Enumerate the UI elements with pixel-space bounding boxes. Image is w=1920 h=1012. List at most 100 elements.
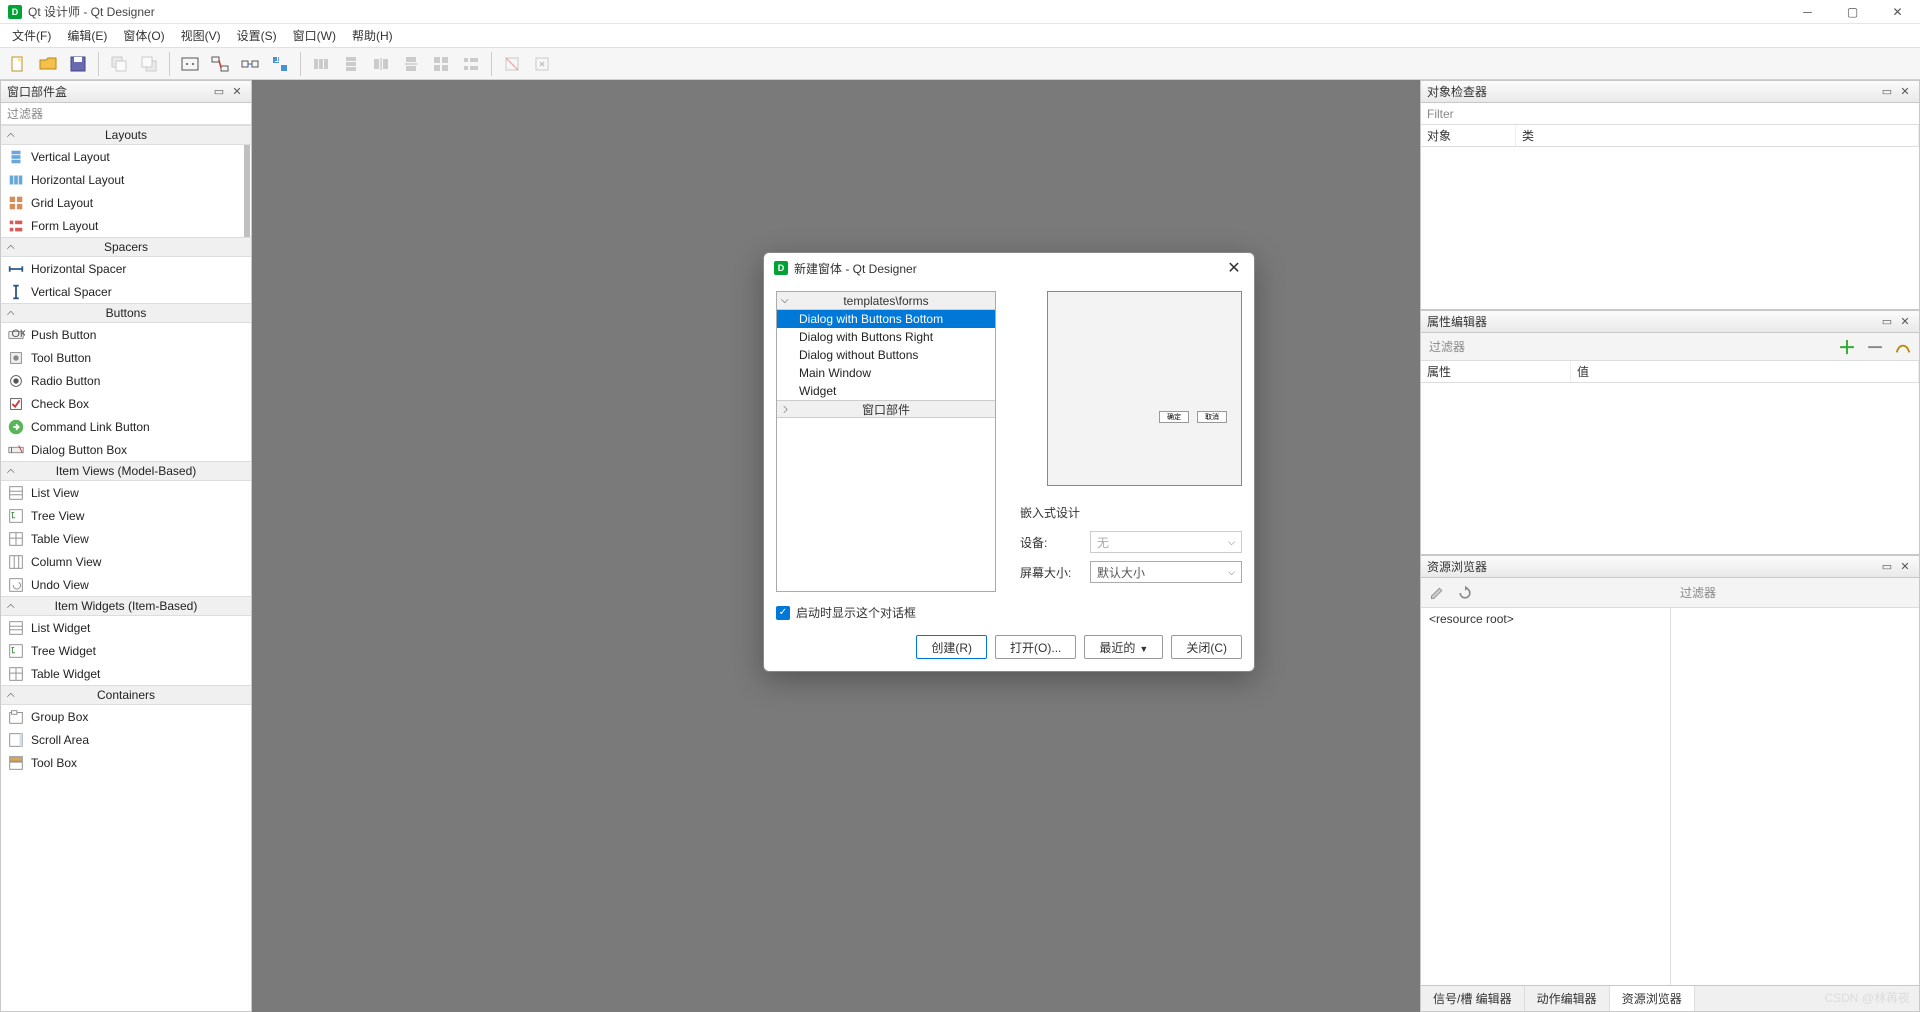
menu-view[interactable]: 视图(V) [173, 25, 229, 46]
widget-group-header[interactable]: Item Views (Model-Based) [1, 461, 251, 481]
widget-item[interactable]: Undo View [1, 573, 251, 596]
menu-file[interactable]: 文件(F) [4, 25, 59, 46]
widget-group-header[interactable]: Layouts [1, 125, 251, 145]
widget-item[interactable]: Scroll Area [1, 728, 251, 751]
template-item[interactable]: Main Window [777, 364, 995, 382]
menu-form[interactable]: 窗体(O) [115, 25, 172, 46]
tab-action-editor[interactable]: 动作编辑器 [1525, 986, 1610, 1011]
send-back-icon[interactable] [105, 50, 133, 78]
reload-icon[interactable] [1453, 581, 1477, 605]
widget-item[interactable]: Grid Layout [1, 191, 251, 214]
show-on-startup-checkbox[interactable]: ✓ [776, 606, 790, 620]
menu-settings[interactable]: 设置(S) [229, 25, 285, 46]
layout-form-icon[interactable] [457, 50, 485, 78]
widget-group-header[interactable]: Spacers [1, 237, 251, 257]
add-dynamic-prop-icon[interactable]: ＋ [1835, 335, 1859, 359]
close-dialog-button[interactable]: 关闭(C) [1171, 635, 1242, 659]
widget-item[interactable]: List View [1, 481, 251, 504]
widget-item[interactable]: Table View [1, 527, 251, 550]
dock-close-icon[interactable]: ✕ [229, 84, 245, 100]
menu-window[interactable]: 窗口(W) [285, 25, 344, 46]
bring-front-icon[interactable] [135, 50, 163, 78]
widget-item[interactable]: Command Link Button [1, 415, 251, 438]
edit-signals-icon[interactable] [206, 50, 234, 78]
widget-item[interactable]: Dialog Button Box [1, 438, 251, 461]
dialog-close-icon[interactable]: ✕ [1224, 258, 1244, 278]
template-item[interactable]: Dialog with Buttons Bottom [777, 310, 995, 328]
menu-help[interactable]: 帮助(H) [344, 25, 401, 46]
col-value[interactable]: 值 [1571, 361, 1919, 382]
layout-hsplit-icon[interactable] [367, 50, 395, 78]
widget-item[interactable]: Tool Button [1, 346, 251, 369]
widget-item[interactable]: Tree View [1, 504, 251, 527]
property-table[interactable] [1421, 383, 1919, 554]
widget-item[interactable]: Tool Box [1, 751, 251, 774]
resource-filter[interactable]: 过滤器 [1680, 584, 1716, 601]
layout-vertical-icon[interactable] [337, 50, 365, 78]
dock-close-icon[interactable]: ✕ [1897, 84, 1913, 100]
template-list[interactable]: ⌵templates\forms Dialog with Buttons Bot… [776, 291, 996, 592]
widget-group-header[interactable]: Item Widgets (Item-Based) [1, 596, 251, 616]
create-button[interactable]: 创建(R) [916, 635, 987, 659]
widget-group-header[interactable]: Buttons [1, 303, 251, 323]
dock-float-icon[interactable]: ▭ [211, 84, 227, 100]
edit-widgets-icon[interactable] [176, 50, 204, 78]
widget-item[interactable]: Table Widget [1, 662, 251, 685]
widget-item[interactable]: Column View [1, 550, 251, 573]
layout-grid-icon[interactable] [427, 50, 455, 78]
recent-button[interactable]: 最近的▼ [1084, 635, 1163, 659]
tab-signal-slot-editor[interactable]: 信号/槽 编辑器 [1421, 986, 1525, 1011]
template-item[interactable]: Dialog without Buttons [777, 346, 995, 364]
screen-size-combo[interactable]: 默认大小 [1090, 561, 1242, 583]
menu-edit[interactable]: 编辑(E) [59, 25, 115, 46]
col-class[interactable]: 类 [1516, 125, 1919, 146]
widget-item[interactable]: Vertical Spacer [1, 280, 251, 303]
layout-horizontal-icon[interactable] [307, 50, 335, 78]
widget-item[interactable]: Tree Widget [1, 639, 251, 662]
widget-item[interactable]: Vertical Layout [1, 145, 251, 168]
widget-item[interactable]: Form Layout [1, 214, 251, 237]
config-icon[interactable] [1891, 335, 1915, 359]
resource-tree[interactable]: <resource root> [1421, 608, 1671, 985]
save-icon[interactable] [64, 50, 92, 78]
widget-box-tree[interactable]: LayoutsVertical LayoutHorizontal LayoutG… [1, 125, 251, 1011]
adjust-size-icon[interactable] [528, 50, 556, 78]
widget-group-header[interactable]: Containers [1, 685, 251, 705]
dock-close-icon[interactable]: ✕ [1897, 314, 1913, 330]
edit-buddies-icon[interactable] [236, 50, 264, 78]
remove-dynamic-prop-icon[interactable]: － [1863, 335, 1887, 359]
dock-float-icon[interactable]: ▭ [1879, 84, 1895, 100]
object-inspector-filter[interactable]: Filter [1421, 103, 1919, 125]
break-layout-icon[interactable] [498, 50, 526, 78]
maximize-button[interactable]: ▢ [1830, 0, 1875, 24]
template-item[interactable]: Widget [777, 382, 995, 400]
template-item[interactable]: Dialog with Buttons Right [777, 328, 995, 346]
edit-resources-icon[interactable] [1425, 581, 1449, 605]
resource-view[interactable] [1671, 608, 1919, 985]
layout-vsplit-icon[interactable] [397, 50, 425, 78]
minimize-button[interactable]: ─ [1785, 0, 1830, 24]
open-button[interactable]: 打开(O)... [995, 635, 1076, 659]
dock-close-icon[interactable]: ✕ [1897, 559, 1913, 575]
new-form-icon[interactable] [4, 50, 32, 78]
property-filter[interactable]: 过滤器 [1425, 338, 1831, 355]
widget-item[interactable]: Radio Button [1, 369, 251, 392]
open-icon[interactable] [34, 50, 62, 78]
dock-float-icon[interactable]: ▭ [1879, 314, 1895, 330]
col-object[interactable]: 对象 [1421, 125, 1516, 146]
dock-float-icon[interactable]: ▭ [1879, 559, 1895, 575]
widget-item[interactable]: Horizontal Spacer [1, 257, 251, 280]
device-combo[interactable]: 无 [1090, 531, 1242, 553]
close-button[interactable]: ✕ [1875, 0, 1920, 24]
object-tree[interactable] [1421, 147, 1919, 309]
widget-item[interactable]: List Widget [1, 616, 251, 639]
widget-item[interactable]: OKPush Button [1, 323, 251, 346]
widget-item[interactable]: Horizontal Layout [1, 168, 251, 191]
widget-item[interactable]: Check Box [1, 392, 251, 415]
widget-box-filter[interactable]: 过滤器 [1, 103, 251, 125]
col-property[interactable]: 属性 [1421, 361, 1571, 382]
template-group-widgets[interactable]: ⌵窗口部件 [777, 400, 995, 418]
tab-resource-browser[interactable]: 资源浏览器 [1610, 986, 1695, 1011]
widget-item[interactable]: Group Box [1, 705, 251, 728]
edit-tab-order-icon[interactable]: 1 [266, 50, 294, 78]
